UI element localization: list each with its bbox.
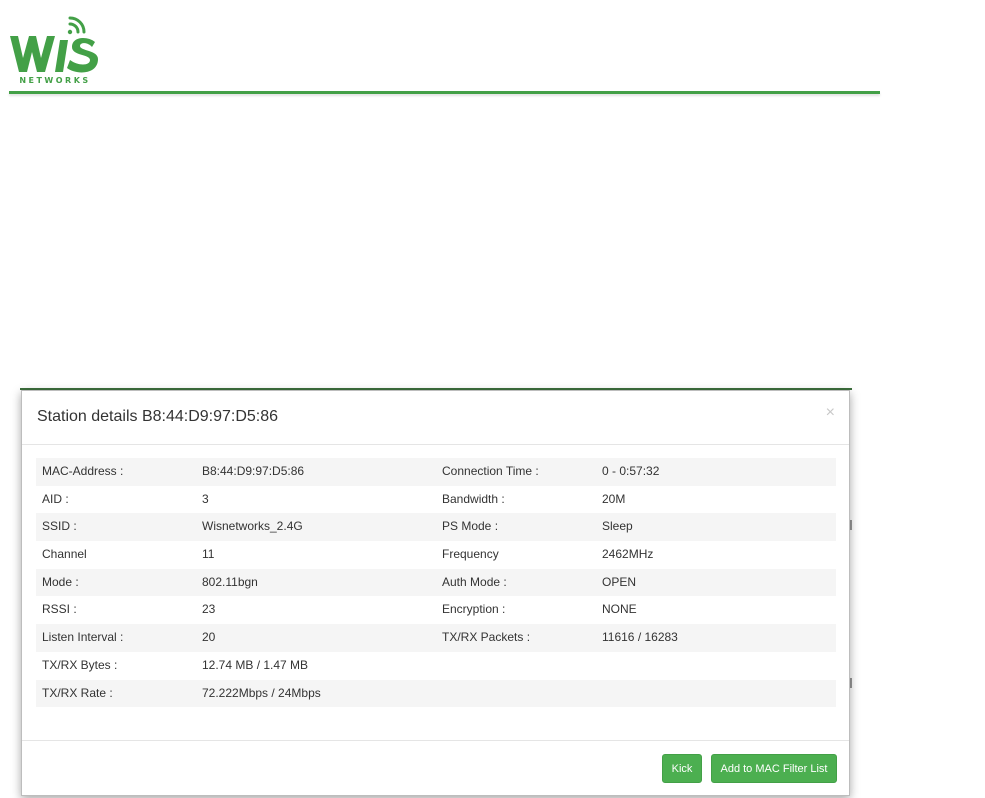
modal-footer: Kick Add to MAC Filter List: [22, 740, 849, 796]
row-label: Mode :: [42, 574, 79, 589]
table-row: MAC-Address : B8:44:D9:97:D5:86 Connecti…: [36, 458, 836, 486]
table-row: Mode : 802.11bgn Auth Mode : OPEN: [36, 568, 836, 597]
header-divider: [9, 91, 880, 94]
row-label: Auth Mode :: [442, 574, 507, 589]
row-label: TX/RX Rate :: [42, 685, 113, 700]
row-label: MAC-Address :: [42, 464, 124, 478]
table-row: SSID : Wisnetworks_2.4G PS Mode : Sleep: [36, 513, 836, 542]
row-label: Encryption :: [442, 602, 506, 617]
table-row: RSSI : 23 Encryption : NONE: [36, 596, 836, 624]
row-label: SSID :: [42, 519, 77, 534]
row-value: 2462MHz: [602, 547, 654, 562]
modal-title: Station details B8:44:D9:97:D5:86: [37, 408, 279, 425]
row-label: Frequency: [442, 547, 499, 562]
row-label: Bandwidth :: [442, 491, 505, 506]
table-row: AID : 3 Bandwidth : 20M: [36, 486, 836, 514]
row-value: 802.11bgn: [202, 574, 258, 589]
row-value: 72.222Mbps / 24Mbps: [202, 685, 321, 700]
row-label: TX/RX Packets :: [442, 630, 531, 645]
table-row: Channel 11 Frequency 2462MHz: [36, 541, 836, 569]
row-value: 12.74 MB / 1.47 MB: [202, 657, 309, 672]
row-label: Listen Interval :: [42, 630, 124, 645]
row-label: Connection Time :: [442, 464, 539, 478]
station-details-table: MAC-Address : B8:44:D9:97:D5:86 Connecti…: [36, 458, 836, 708]
backdrop-fragment: [850, 520, 852, 530]
row-label: Channel: [42, 547, 87, 562]
close-icon[interactable]: ×: [826, 405, 835, 421]
row-label: RSSI :: [42, 602, 77, 617]
row-value: 23: [202, 602, 216, 617]
row-label: AID :: [42, 491, 69, 506]
table-row: Listen Interval : 20 TX/RX Packets : 116…: [36, 624, 836, 652]
station-details-modal: Station details B8:44:D9:97:D5:86 × MAC-…: [21, 390, 850, 796]
table-row: TX/RX Bytes : 12.74 MB / 1.47 MB: [36, 652, 836, 680]
row-value: B8:44:D9:97:D5:86: [202, 464, 305, 478]
row-label: TX/RX Bytes :: [42, 657, 118, 672]
modal-header: Station details B8:44:D9:97:D5:86 ×: [22, 391, 849, 445]
row-value: 11: [202, 547, 215, 562]
row-value: 0 - 0:57:32: [602, 464, 660, 478]
page-header: NETWORKS: [0, 0, 985, 100]
row-value: OPEN: [602, 574, 637, 589]
row-value: 3: [202, 491, 209, 506]
row-value: NONE: [602, 602, 637, 617]
logo-subtitle: NETWORKS: [19, 76, 91, 85]
row-value: Wisnetworks_2.4G: [202, 519, 303, 534]
wis-networks-logo: NETWORKS: [8, 14, 102, 88]
row-label: PS Mode :: [442, 519, 499, 534]
row-value: 20M: [602, 491, 626, 506]
row-value: 11616 / 16283: [602, 630, 678, 645]
kick-button[interactable]: Kick: [662, 754, 702, 783]
logo-mark-icon: [10, 16, 98, 73]
row-value: 20: [202, 630, 216, 645]
add-to-mac-filter-list-button[interactable]: Add to MAC Filter List: [711, 754, 837, 783]
table-row: TX/RX Rate : 72.222Mbps / 24Mbps: [36, 679, 836, 708]
backdrop-fragment: [850, 678, 852, 688]
row-value: Sleep: [602, 519, 633, 534]
